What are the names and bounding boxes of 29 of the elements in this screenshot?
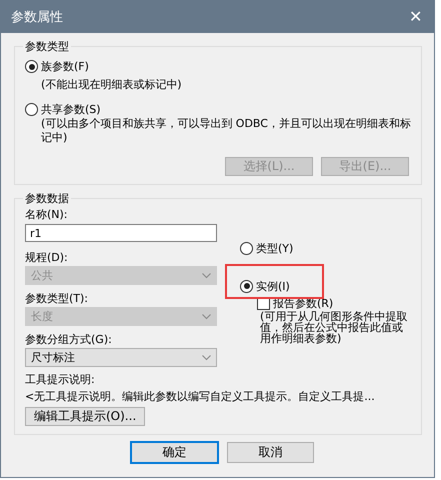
- name-field[interactable]: r1: [25, 224, 217, 242]
- close-button[interactable]: ✕: [407, 7, 424, 27]
- chevron-icon: [202, 354, 211, 360]
- chevron-icon: [202, 272, 211, 278]
- radio-label[interactable]: 类型(Y): [256, 240, 294, 256]
- option-note: (可以由多个项目和族共享，可以导出到 ODBC，并且可以出现在明细表和标记中): [40, 117, 411, 145]
- radio-button[interactable]: [25, 60, 38, 73]
- field-label: 规程(D):: [25, 251, 69, 264]
- radio-button[interactable]: [240, 242, 253, 254]
- field-label: 参数分组方式(G):: [25, 333, 113, 346]
- group-title: 参数数据: [24, 191, 70, 206]
- field-label: 工具提示说明:: [25, 373, 96, 386]
- field-label: 名称(N):: [25, 208, 69, 221]
- radio-label[interactable]: 共享参数(S): [41, 102, 101, 117]
- group-title: 参数类型: [24, 39, 70, 54]
- chevron-icon: [202, 314, 211, 320]
- radio-label[interactable]: 实例(I): [256, 278, 290, 294]
- edit-tooltip-button[interactable]: 编辑工具提示(O)...: [25, 407, 146, 426]
- radio-label[interactable]: 族参数(F): [41, 59, 89, 74]
- field-label: 参数类型(T):: [25, 292, 90, 305]
- dropdown[interactable]: 尺寸标注: [25, 348, 217, 367]
- dialog-button[interactable]: 确定: [131, 442, 218, 463]
- window-title: 参数属性: [11, 9, 63, 26]
- option-note: (不能出现在明细表或标记中): [40, 78, 183, 92]
- option-note: (可用于从几何图形条件中提取值，然后在公式中报告此值或用作明细表参数): [259, 311, 408, 344]
- radio-button[interactable]: [240, 280, 253, 292]
- dialog-button[interactable]: 取消: [227, 442, 314, 463]
- radio-button[interactable]: [25, 103, 38, 116]
- tooltip-text: <无工具提示说明。编辑此参数以编写自定义工具提示。自定义工具提...: [25, 389, 376, 404]
